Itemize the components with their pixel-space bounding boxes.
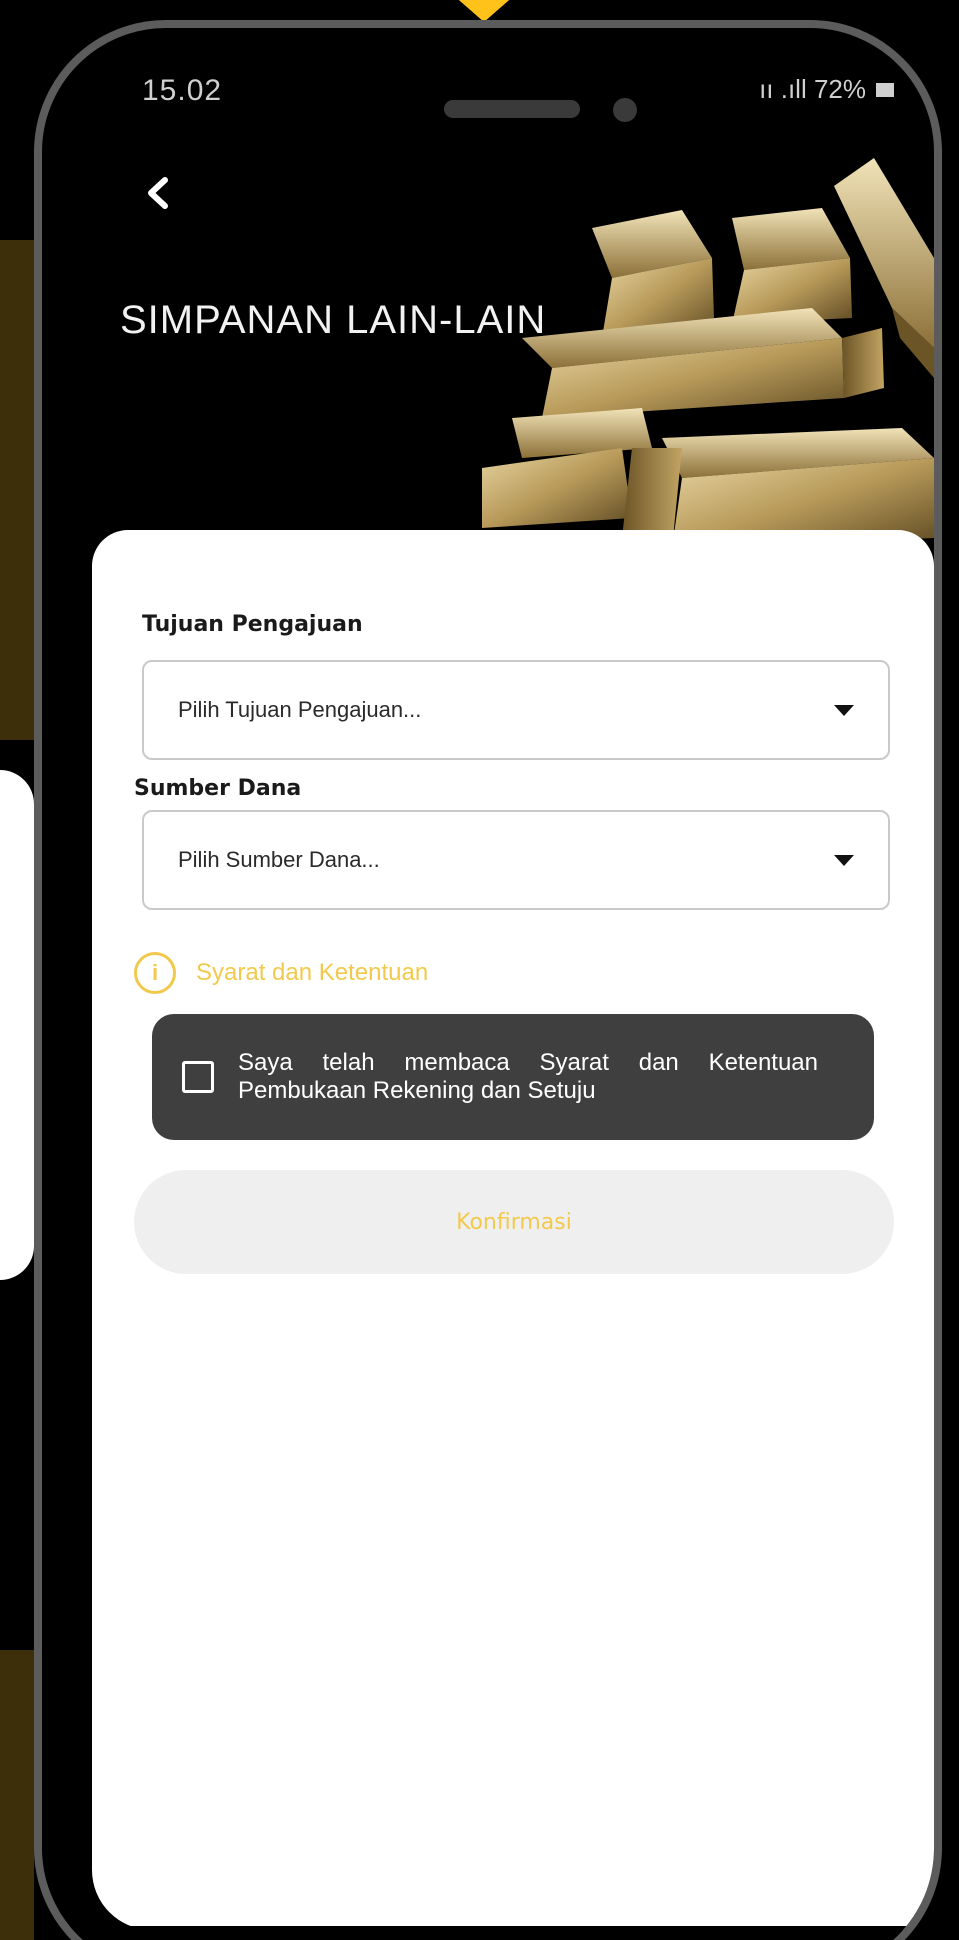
backdrop-stripe <box>0 240 34 740</box>
fund-source-select[interactable]: Pilih Sumber Dana... <box>142 810 890 910</box>
battery-icon <box>876 82 894 97</box>
terms-link-text: Syarat dan Ketentuan <box>196 959 429 986</box>
confirm-button[interactable]: Konfirmasi <box>134 1170 894 1274</box>
signal-battery-text: ıı .ıll 72% <box>759 74 866 104</box>
backdrop-triangle <box>452 0 516 22</box>
terms-link[interactable]: i Syarat dan Ketentuan <box>134 952 428 994</box>
phone-frame: 15.02 ıı .ıll 72% SIMPANAN LAIN-LAIN Tuj… <box>34 20 942 1940</box>
gold-bars-illustration <box>482 158 934 548</box>
purpose-select[interactable]: Pilih Tujuan Pengajuan... <box>142 660 890 760</box>
terms-checkbox-label: Saya telah membaca Syarat dan Ketentuan … <box>238 1049 818 1104</box>
purpose-select-placeholder: Pilih Tujuan Pengajuan... <box>178 697 422 722</box>
info-icon: i <box>134 952 176 994</box>
phone-speaker <box>444 100 580 118</box>
status-time: 15.02 <box>142 74 223 107</box>
caret-down-icon <box>834 854 854 866</box>
chevron-left-icon <box>148 177 168 209</box>
terms-agreement: Saya telah membaca Syarat dan Ketentuan … <box>152 1014 874 1140</box>
screen-bottom-edge <box>42 1926 934 1940</box>
app-screen: 15.02 ıı .ıll 72% SIMPANAN LAIN-LAIN Tuj… <box>42 28 934 1940</box>
caret-down-icon <box>834 704 854 716</box>
phone-camera <box>613 98 637 122</box>
fund-source-label: Sumber Dana <box>134 776 302 801</box>
backdrop-blob <box>0 770 34 1280</box>
form-card: Tujuan Pengajuan Pilih Tujuan Pengajuan.… <box>92 530 934 1930</box>
terms-checkbox[interactable] <box>182 1061 214 1093</box>
page-title: SIMPANAN LAIN-LAIN <box>120 298 547 342</box>
backdrop-stripe <box>0 1650 34 1940</box>
fund-source-select-placeholder: Pilih Sumber Dana... <box>178 847 380 872</box>
status-indicators: ıı .ıll 72% <box>759 74 894 105</box>
back-button[interactable] <box>132 168 182 218</box>
purpose-label: Tujuan Pengajuan <box>142 612 363 637</box>
